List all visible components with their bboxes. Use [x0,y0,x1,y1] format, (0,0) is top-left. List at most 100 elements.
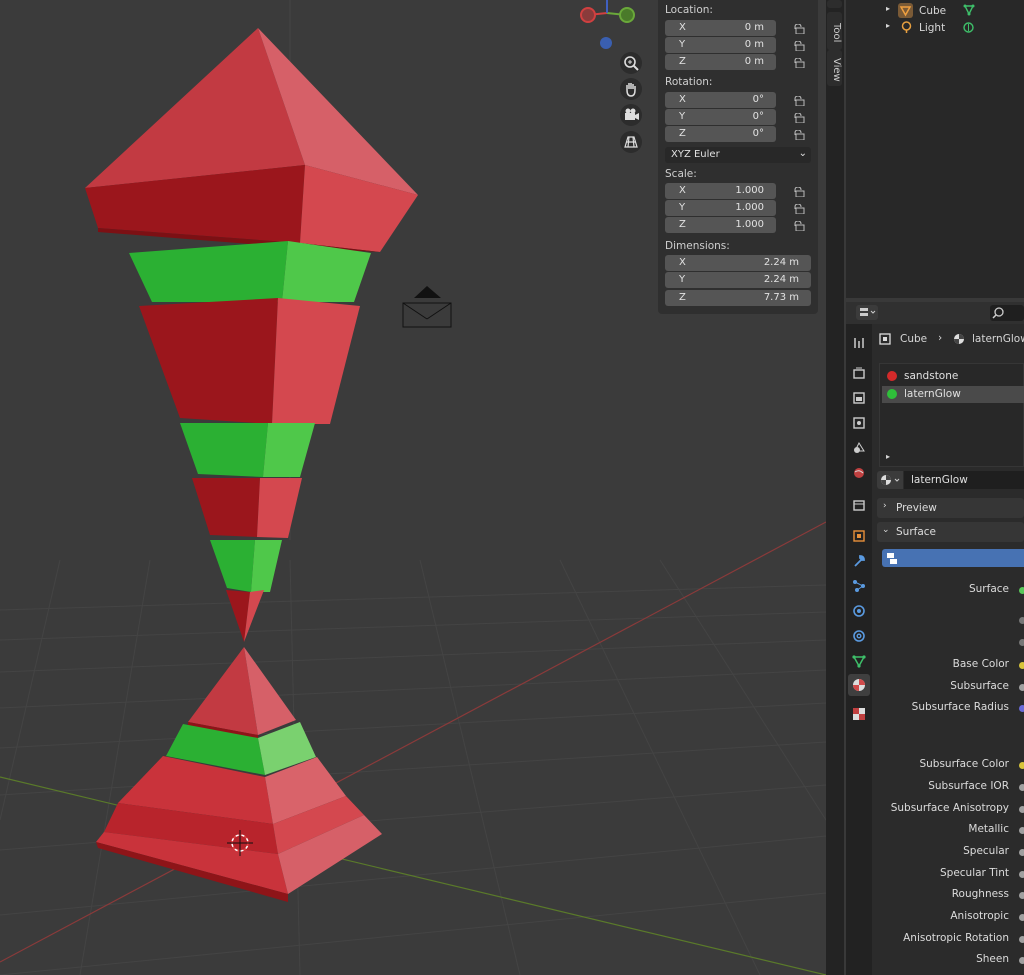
outliner-item-cube[interactable]: ▸ Cube [846,3,1024,20]
breadcrumb: Cube › laternGlow [879,332,1024,348]
search-icon[interactable] [990,305,1024,321]
material-slot-list: sandstone laternGlow ▸ [879,363,1024,467]
object-icon[interactable] [852,529,866,543]
vector-socket[interactable] [1019,705,1024,712]
dimensions-x-field[interactable]: X 2.24 m [665,255,811,271]
breadcrumb-material[interactable]: laternGlow [972,333,1024,345]
value-socket[interactable] [1019,892,1024,899]
constraints-icon[interactable] [852,629,866,643]
3d-viewport[interactable]: Location: X0 m Y0 m Z0 m Rotation: X 0° Y… [0,0,826,975]
breadcrumb-object[interactable]: Cube [900,333,927,345]
color-socket[interactable] [1019,762,1024,769]
zoom-icon[interactable] [620,52,642,74]
camera-view-icon[interactable] [620,104,642,126]
anisotropic-label: Anisotropic [950,910,1009,922]
scale-x-field[interactable]: X 1.000 [665,183,776,199]
object-icon [879,333,891,345]
value-socket[interactable] [1019,936,1024,943]
list-item[interactable]: sandstone [882,368,1024,385]
properties-header [846,302,1024,324]
lock-icon[interactable] [793,41,805,51]
chevron-right-icon: › [883,501,887,511]
axis-gizmo[interactable] [580,0,635,49]
tool-settings-icon[interactable] [852,336,866,350]
grid-ortho-icon[interactable] [620,131,642,153]
modifier-wrench-icon[interactable] [852,554,866,568]
outliner-item-light[interactable]: ▸ Light [846,20,1024,37]
preview-panel-header[interactable]: › Preview [877,498,1024,518]
location-x-field[interactable]: X0 m [665,20,776,36]
view-layer-icon[interactable] [852,416,866,430]
floor-grid [0,559,826,975]
value-socket[interactable] [1019,914,1024,921]
pan-hand-icon[interactable] [620,78,642,100]
collection-icon[interactable] [852,498,866,512]
location-z-field[interactable]: Z0 m [665,54,776,70]
value-socket[interactable] [1019,684,1024,691]
location-y-field[interactable]: Y0 m [665,37,776,53]
physics-icon[interactable] [852,604,866,618]
mesh-data-icon[interactable] [962,3,976,20]
output-icon[interactable] [852,391,866,405]
material-datablock: laternGlow [877,471,1024,489]
render-icon[interactable] [852,366,866,380]
expand-arrow-icon[interactable]: ▸ [886,4,890,13]
expand-arrow-icon[interactable]: ▸ [886,21,890,30]
color-socket[interactable] [1019,662,1024,669]
light-object[interactable] [402,286,452,328]
shader-socket[interactable] [1019,587,1024,594]
rotation-y-field[interactable]: Y 0° [665,109,776,125]
editor-type-icon[interactable] [856,305,878,320]
chevron-down-icon: ⌄ [882,525,890,535]
rotation-mode-select[interactable]: XYZ Euler ⌄ [665,147,811,163]
rotation-x-field[interactable]: X 0° [665,92,776,108]
material-tab[interactable] [848,674,870,696]
lock-icon[interactable] [793,130,805,140]
dimensions-z-field[interactable]: Z 7.73 m [665,290,811,306]
tab-view[interactable]: View [827,50,842,86]
x-axis-line [0,521,826,963]
light-data-icon[interactable] [962,21,975,37]
lock-icon[interactable] [793,58,805,68]
surface-panel-header[interactable]: ⌄ Surface [877,522,1024,542]
particles-icon[interactable] [852,579,866,593]
browse-material-button[interactable] [877,471,903,489]
tab-item[interactable] [827,0,842,8]
mesh-data-icon[interactable] [852,654,866,668]
properties-editor: Cube › laternGlow sandstone laternGlow ▸… [846,302,1024,975]
value-socket[interactable] [1019,827,1024,834]
dimensions-y-field[interactable]: Y 2.24 m [665,272,811,288]
value-socket[interactable] [1019,849,1024,856]
expand-arrow-icon[interactable]: ▸ [886,452,890,461]
value-socket[interactable] [1019,957,1024,964]
lock-icon[interactable] [793,96,805,106]
scale-y-field[interactable]: Y 1.000 [665,200,776,216]
lock-icon[interactable] [793,221,805,231]
tab-tool[interactable]: Tool [827,12,842,50]
value-socket[interactable] [1019,806,1024,813]
subsurface-anisotropy-label: Subsurface Anisotropy [890,802,1009,814]
scene-icon[interactable] [852,441,866,455]
sheen-label: Sheen [976,953,1009,965]
material-icon [881,475,900,485]
value-socket[interactable] [1019,871,1024,878]
scale-z-field[interactable]: Z 1.000 [665,217,776,233]
socket[interactable] [1019,639,1024,646]
subsurface-radius-label: Subsurface Radius [911,701,1009,713]
list-item[interactable]: laternGlow [882,386,1024,403]
lock-icon[interactable] [793,204,805,214]
lock-icon[interactable] [793,113,805,123]
lock-icon[interactable] [793,187,805,197]
socket[interactable] [1019,617,1024,624]
world-icon[interactable] [852,466,866,480]
rotation-z-field[interactable]: Z 0° [665,126,776,142]
use-nodes-button[interactable] [882,549,1024,567]
lock-icon[interactable] [793,24,805,34]
material-name-field[interactable]: laternGlow [904,471,1024,489]
value-socket[interactable] [1019,784,1024,791]
texture-checker-icon[interactable] [852,707,866,721]
subsurface-ior-label: Subsurface IOR [928,780,1009,792]
anisotropic-rotation-label: Anisotropic Rotation [903,932,1009,944]
light-object-icon [900,21,913,37]
chevron-down-icon: ⌄ [798,148,807,159]
